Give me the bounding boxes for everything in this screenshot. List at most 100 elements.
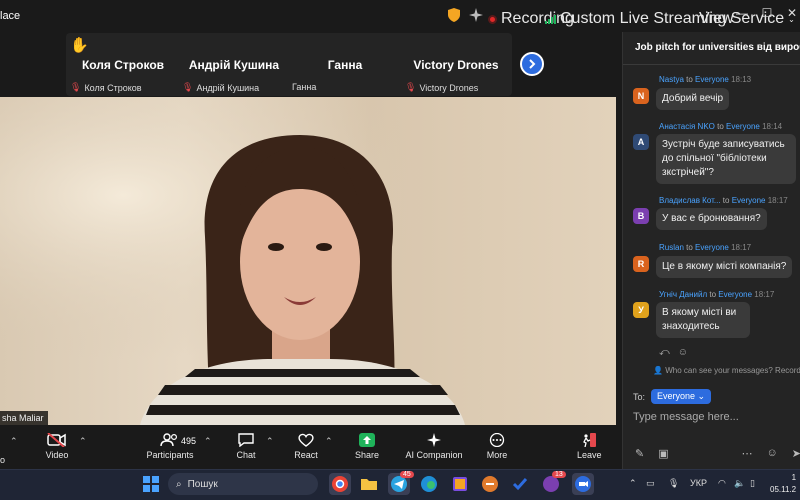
chat-message-input[interactable] xyxy=(633,408,793,426)
mic-tray-icon[interactable]: 🎙 xyxy=(668,478,679,489)
reply-icon[interactable]: ⤺ xyxy=(659,347,670,358)
search-icon: ⌕ xyxy=(176,478,182,490)
message-header: Угнiч Данийл to Everyone 18:17 xyxy=(659,290,774,299)
avatar: У xyxy=(633,302,649,318)
image-icon[interactable]: ▣ xyxy=(658,447,668,460)
active-speaker-video[interactable] xyxy=(0,97,616,425)
avatar: N xyxy=(633,88,649,104)
react-button[interactable]: React xyxy=(292,433,320,460)
video-options-caret[interactable]: ⌃ xyxy=(79,436,87,447)
who-can-see-notice[interactable]: 👤 Who can see your messages? Recording xyxy=(653,366,800,375)
zoom-app-icon[interactable] xyxy=(572,473,594,495)
heart-icon xyxy=(298,433,314,447)
battery-icon[interactable]: ▯ xyxy=(750,478,755,489)
clock-time: 1 xyxy=(791,473,797,482)
leave-label: Leave xyxy=(577,450,602,460)
message-sender[interactable]: Владислав Кот... xyxy=(659,196,721,205)
message-bubble[interactable]: У вас е бронювання? xyxy=(656,208,767,230)
taskbar-search[interactable]: ⌕ Пошук xyxy=(168,473,318,495)
checkmark-app-icon[interactable] xyxy=(509,473,531,495)
participants-options-caret[interactable]: ⌃ xyxy=(204,436,212,447)
sparkle-icon[interactable] xyxy=(469,8,483,22)
ai-companion-button[interactable]: AI Companion xyxy=(405,433,463,460)
live-stream-indicator[interactable]: Custom Live Streaming Service ⌄ xyxy=(545,10,795,28)
view-button[interactable]: View xyxy=(699,10,733,28)
chat-options-caret[interactable]: ⌃ xyxy=(266,436,274,447)
tile-label: 🎙 Андрій Кушина xyxy=(182,82,259,93)
tile-label-text: Victory Drones xyxy=(419,82,479,93)
message-sender[interactable]: Ruslan xyxy=(659,243,684,252)
message-recipient: Everyone xyxy=(695,75,729,84)
chat-label: Chat xyxy=(236,450,256,460)
message-header: Nastya to Everyone 18:13 xyxy=(659,75,751,84)
viber-badge: 13 xyxy=(552,471,566,478)
close-icon[interactable]: ✕ xyxy=(785,6,799,20)
tile-label-text: Андрій Кушина xyxy=(196,82,260,93)
react-options-caret[interactable]: ⌃ xyxy=(325,436,333,447)
maximize-icon[interactable]: ☐ xyxy=(760,6,774,20)
mic-muted-icon: 🎙 xyxy=(70,82,82,92)
message-to: to xyxy=(709,290,717,299)
tile-name[interactable]: Коля Строков xyxy=(80,58,166,72)
more-options-icon[interactable]: ⋯ xyxy=(742,447,753,460)
windows-start-icon[interactable] xyxy=(143,476,159,492)
minimize-icon[interactable]: — xyxy=(735,6,749,20)
next-page-button[interactable] xyxy=(520,52,544,76)
tile-name[interactable]: Андрій Кушина xyxy=(186,58,282,72)
leave-door-icon xyxy=(583,433,596,447)
tray-chevron-icon[interactable]: ⌃ xyxy=(629,478,637,489)
emoji-icon[interactable]: ☺ xyxy=(767,447,778,460)
recipient-dropdown[interactable]: Everyone ⌄ xyxy=(651,389,712,404)
video-button[interactable]: Video xyxy=(40,433,74,460)
message-bubble[interactable]: Зустріч буде записуватись до спільної "б… xyxy=(656,134,796,184)
chat-divider xyxy=(623,64,800,65)
chat-button[interactable]: Chat xyxy=(232,433,260,460)
keyboard-language[interactable]: УКР xyxy=(690,478,707,488)
audio-partial-label: o xyxy=(0,455,6,465)
to-label: To: xyxy=(633,391,646,402)
avatar: A xyxy=(633,134,649,150)
message-bubble[interactable]: В якому місті ви знаходитесь xyxy=(656,302,750,338)
message-bubble[interactable]: Добрий вечір xyxy=(656,88,730,110)
leave-button[interactable]: Leave xyxy=(577,433,602,460)
recipient-row: To: Everyone ⌄ xyxy=(633,389,712,404)
tile-name[interactable]: Victory Drones xyxy=(412,58,500,72)
message-sender[interactable]: Nastya xyxy=(659,75,684,84)
photos-icon[interactable] xyxy=(449,473,471,495)
ai-sparkle-icon xyxy=(427,433,441,447)
message-header: Владислав Кот... to Everyone 18:17 xyxy=(659,196,788,205)
message-sender[interactable]: Анастасія NKO xyxy=(659,122,715,131)
message-recipient: Everyone xyxy=(731,196,766,205)
recipient-selected: Everyone xyxy=(657,391,696,401)
volume-icon[interactable]: 🔈 xyxy=(734,478,745,489)
audio-options-caret[interactable]: ⌃ xyxy=(10,436,18,447)
participants-label: Participants xyxy=(146,450,194,460)
message-time: 18:17 xyxy=(767,196,788,205)
chat-tray-icon[interactable]: ▭ xyxy=(646,478,655,489)
chevron-right-icon xyxy=(529,59,536,69)
taskbar-clock[interactable]: 1 05.11.2 xyxy=(770,472,796,496)
camera-off-icon xyxy=(47,433,66,447)
app-icon[interactable] xyxy=(479,473,501,495)
message-time: 18:17 xyxy=(754,290,775,299)
participants-count: 495 xyxy=(181,436,197,446)
edge-icon[interactable] xyxy=(418,473,440,495)
shield-icon[interactable] xyxy=(448,8,460,22)
format-text-icon[interactable]: ✎ xyxy=(635,447,644,460)
share-button[interactable]: Share xyxy=(354,433,380,460)
share-screen-icon xyxy=(359,433,375,447)
message-sender[interactable]: Угнiч Данийл xyxy=(659,290,707,299)
speaker-video-frame xyxy=(0,97,616,425)
message-bubble[interactable]: Це в якому місті компанія? xyxy=(656,256,793,278)
message-time: 18:14 xyxy=(762,122,783,131)
chat-icon xyxy=(238,433,254,447)
wifi-icon[interactable]: ◠ xyxy=(718,478,726,489)
send-icon[interactable]: ➤ xyxy=(792,447,800,460)
tile-name[interactable]: Ганна xyxy=(318,58,372,72)
tile-label-text: Коля Строков xyxy=(84,82,142,93)
more-button[interactable]: More xyxy=(485,433,509,460)
emoji-react-icon[interactable]: ☺ xyxy=(678,347,688,358)
privacy-icon: 👤 xyxy=(653,366,663,375)
file-explorer-icon[interactable] xyxy=(358,473,380,495)
chrome-app-icon[interactable] xyxy=(329,473,351,495)
